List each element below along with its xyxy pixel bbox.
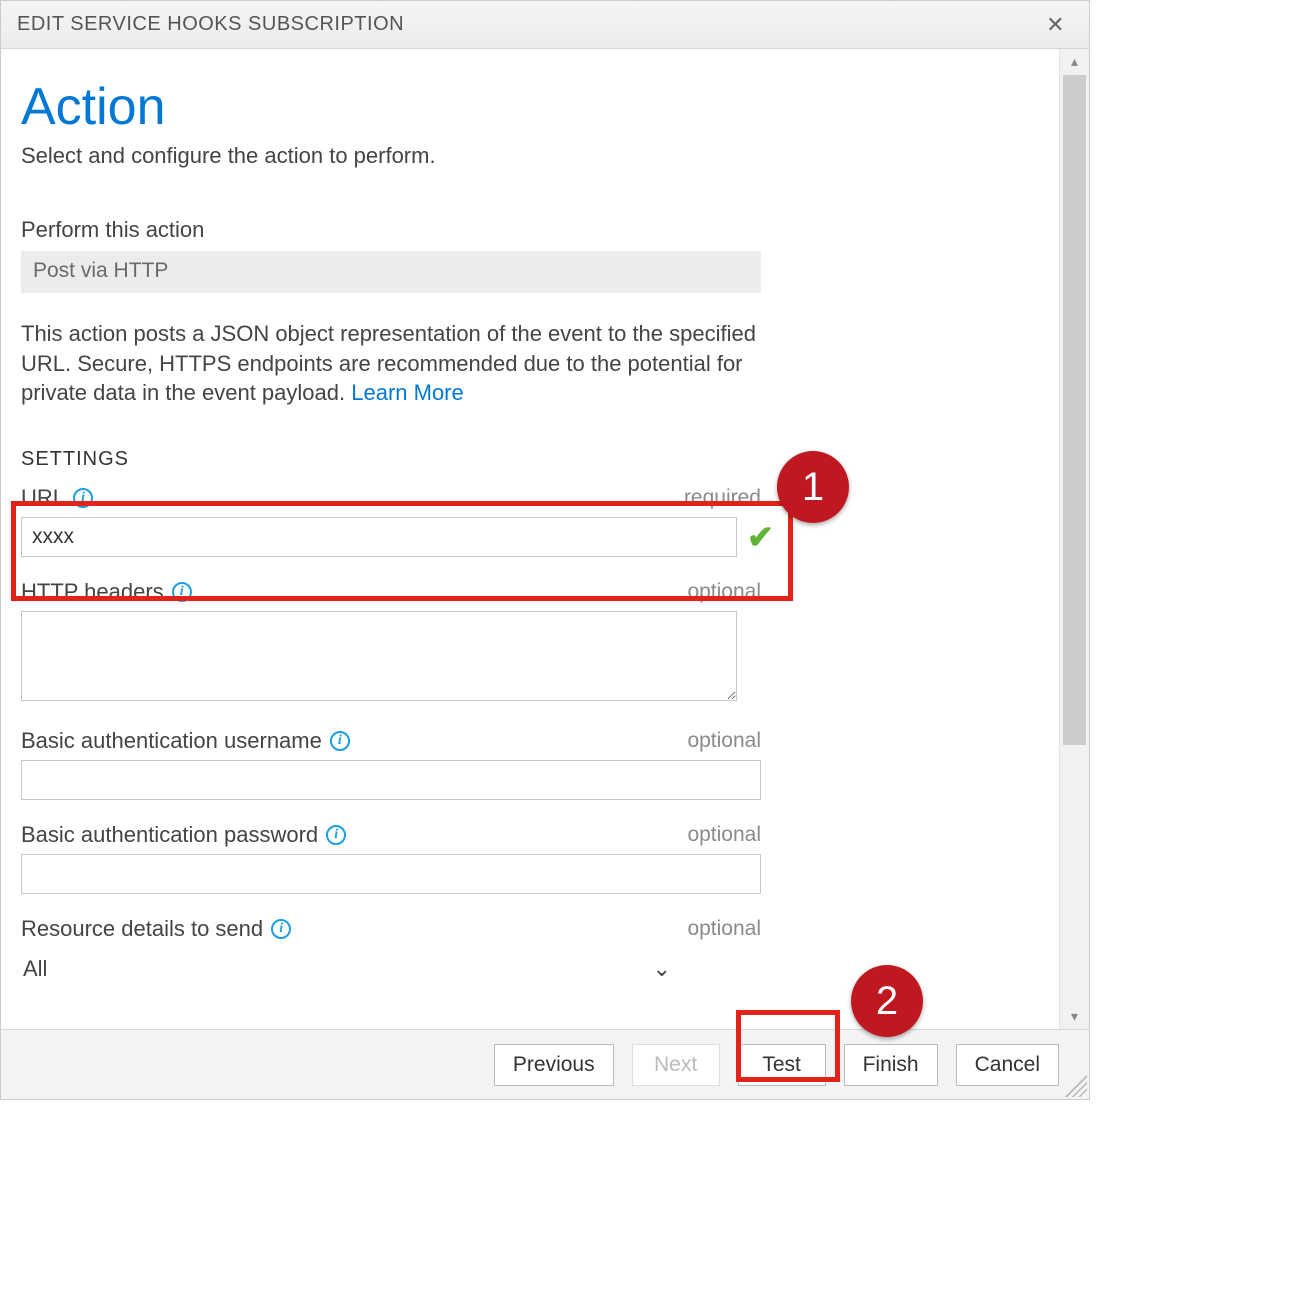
- scroll-down-icon[interactable]: ▾: [1060, 1008, 1089, 1025]
- annotation-callout-1: 1: [777, 451, 849, 523]
- chevron-down-icon: ⌄: [653, 956, 671, 982]
- basic-user-hint: optional: [687, 729, 761, 753]
- basic-user-input[interactable]: [21, 760, 761, 800]
- settings-heading: SETTINGS: [21, 448, 1039, 471]
- resource-details-label: Resource details to send: [21, 916, 263, 942]
- dialog-body: Action Select and configure the action t…: [1, 49, 1059, 1029]
- info-icon[interactable]: i: [73, 488, 93, 508]
- field-basic-user: Basic authentication username i optional: [21, 728, 1039, 800]
- basic-pass-label: Basic authentication password: [21, 822, 318, 848]
- checkmark-icon: ✔: [747, 518, 774, 556]
- dialog-footer: Previous Next Test Finish Cancel: [1, 1029, 1089, 1099]
- action-value: Post via HTTP: [21, 251, 761, 293]
- url-hint: required: [684, 486, 761, 510]
- close-icon[interactable]: ✕: [1038, 8, 1073, 42]
- page-subtitle: Select and configure the action to perfo…: [21, 143, 1039, 169]
- scrollbar-thumb[interactable]: [1063, 75, 1086, 745]
- dialog: EDIT SERVICE HOOKS SUBSCRIPTION ✕ Action…: [0, 0, 1090, 1100]
- field-http-headers: HTTP headers i optional: [21, 579, 1039, 706]
- basic-pass-hint: optional: [687, 823, 761, 847]
- scroll-up-icon[interactable]: ▴: [1060, 53, 1089, 70]
- resource-details-hint: optional: [687, 917, 761, 941]
- page-title: Action: [21, 77, 1039, 137]
- dialog-title: EDIT SERVICE HOOKS SUBSCRIPTION: [17, 13, 404, 36]
- next-button[interactable]: Next: [632, 1044, 720, 1086]
- http-headers-hint: optional: [687, 580, 761, 604]
- info-icon[interactable]: i: [330, 731, 350, 751]
- basic-user-label: Basic authentication username: [21, 728, 322, 754]
- field-url: URL i required ✔: [21, 485, 1039, 557]
- http-headers-label: HTTP headers: [21, 579, 164, 605]
- basic-pass-input[interactable]: [21, 854, 761, 894]
- url-label: URL: [21, 485, 65, 511]
- test-button[interactable]: Test: [738, 1044, 826, 1086]
- scrollbar[interactable]: ▴ ▾: [1059, 49, 1089, 1029]
- resource-details-select[interactable]: All ⌄: [21, 948, 681, 990]
- annotation-callout-2: 2: [851, 965, 923, 1037]
- action-description: This action posts a JSON object represen…: [21, 319, 781, 408]
- http-headers-input[interactable]: [21, 611, 737, 701]
- previous-button[interactable]: Previous: [494, 1044, 614, 1086]
- url-input[interactable]: [21, 517, 737, 557]
- info-icon[interactable]: i: [271, 919, 291, 939]
- finish-button[interactable]: Finish: [844, 1044, 938, 1086]
- info-icon[interactable]: i: [326, 825, 346, 845]
- info-icon[interactable]: i: [172, 582, 192, 602]
- resource-details-value: All: [23, 956, 47, 982]
- field-basic-pass: Basic authentication password i optional: [21, 822, 1039, 894]
- dialog-header: EDIT SERVICE HOOKS SUBSCRIPTION ✕: [1, 1, 1089, 49]
- cancel-button[interactable]: Cancel: [956, 1044, 1059, 1086]
- action-label: Perform this action: [21, 217, 1039, 243]
- learn-more-link[interactable]: Learn More: [351, 380, 464, 405]
- resize-grip-icon[interactable]: [1065, 1075, 1087, 1097]
